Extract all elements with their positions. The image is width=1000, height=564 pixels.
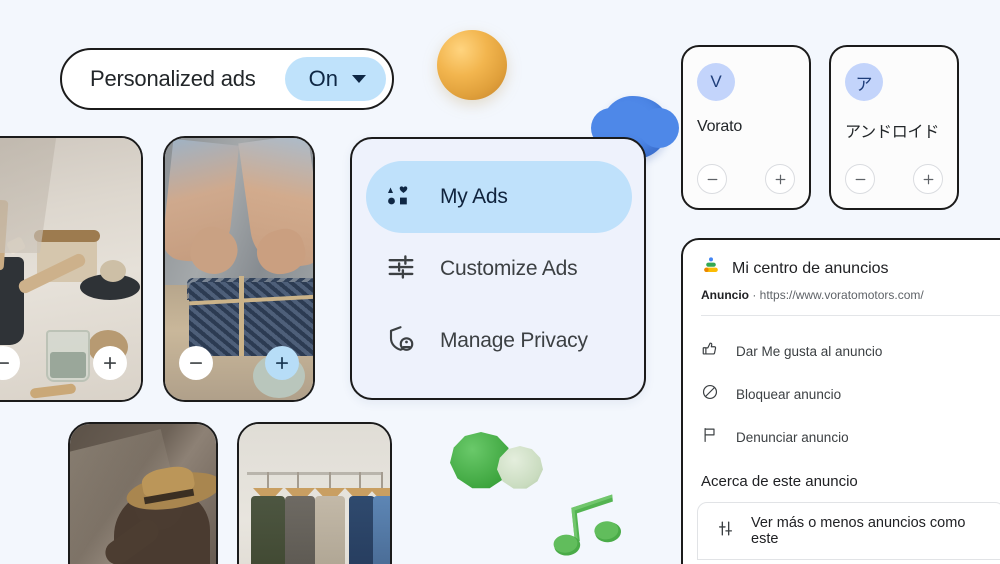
my-ad-center-logo-icon [701,256,721,281]
brand-card-vorato[interactable]: V Vorato [681,45,811,210]
brand-name: アンドロイド [845,124,940,141]
personalized-ads-label: Personalized ads [90,66,256,91]
panel-title: Mi centro de anuncios [732,259,889,277]
orange-sphere [437,30,507,100]
option-see-more-or-less-ads[interactable]: Ver más o menos anuncios como este [697,502,1000,560]
sidebar-item-manage-privacy[interactable]: Manage Privacy [352,305,644,377]
avatar: ア [845,63,883,101]
my-ads-shapes-icon [386,180,416,215]
sidebar-item-label: My Ads [440,185,508,208]
chevron-down-icon [352,75,366,83]
decrease-button[interactable] [845,164,875,194]
section-title: Acerca de este anuncio [701,473,858,490]
panel-title-row: Mi centro de anuncios [701,256,1000,281]
app-canvas: Personalized ads On My Ads Customize Ads… [0,0,1000,564]
decrease-button[interactable] [697,164,727,194]
personalized-ads-dropdown[interactable]: On [284,57,386,101]
brand-card-android[interactable]: ア アンドロイド [829,45,959,210]
flag-icon [701,426,719,449]
vertical-sliders-icon [716,519,735,543]
dislike-button[interactable] [0,346,20,380]
action-report-ad[interactable]: Denunciar anuncio [683,416,1000,459]
photo-image [239,424,390,564]
tune-sliders-icon [386,252,416,287]
action-block-ad[interactable]: Bloquear anuncio [683,373,1000,416]
like-button[interactable] [265,346,299,380]
green-music-note [545,488,635,558]
personalized-ads-control[interactable]: Personalized ads On [60,48,394,110]
option-label: Ver más o menos anuncios como este [751,515,966,547]
ad-center-panel: Mi centro de anuncios Anuncio · https://… [681,238,1000,564]
action-label: Denunciar anuncio [736,430,849,445]
kitchen-utensils-photo[interactable] [0,136,143,402]
personalized-ads-value: On [308,66,338,91]
action-label: Bloquear anuncio [736,387,842,402]
action-label: Dar Me gusta al anuncio [736,344,883,359]
like-button[interactable] [93,346,127,380]
woman-with-hat-photo[interactable] [68,422,218,564]
gift-wrapping-photo[interactable] [163,136,315,402]
sidebar-item-customize-ads[interactable]: Customize Ads [352,233,644,305]
sidebar-item-label: Manage Privacy [440,329,588,352]
avatar: V [697,63,735,101]
thumb-up-icon [701,340,719,363]
separator: · [749,288,760,302]
photo-image [70,424,216,564]
sidebar-item-label: Customize Ads [440,257,578,280]
action-like-ad[interactable]: Dar Me gusta al anuncio [683,330,1000,373]
increase-button[interactable] [765,164,795,194]
ads-navigation-card: My Ads Customize Ads Manage Privacy [350,137,646,400]
ad-url: https://www.voratomotors.com/ [759,288,924,302]
increase-button[interactable] [913,164,943,194]
sidebar-item-my-ads[interactable]: My Ads [366,161,632,233]
ad-badge: Anuncio [701,288,749,302]
block-icon [701,383,719,406]
dislike-button[interactable] [179,346,213,380]
brand-name: Vorato [697,118,743,135]
clothes-rack-photo[interactable] [237,422,392,564]
shield-person-icon [386,324,416,359]
ad-source-line: Anuncio · https://www.voratomotors.com/ [701,288,1000,302]
